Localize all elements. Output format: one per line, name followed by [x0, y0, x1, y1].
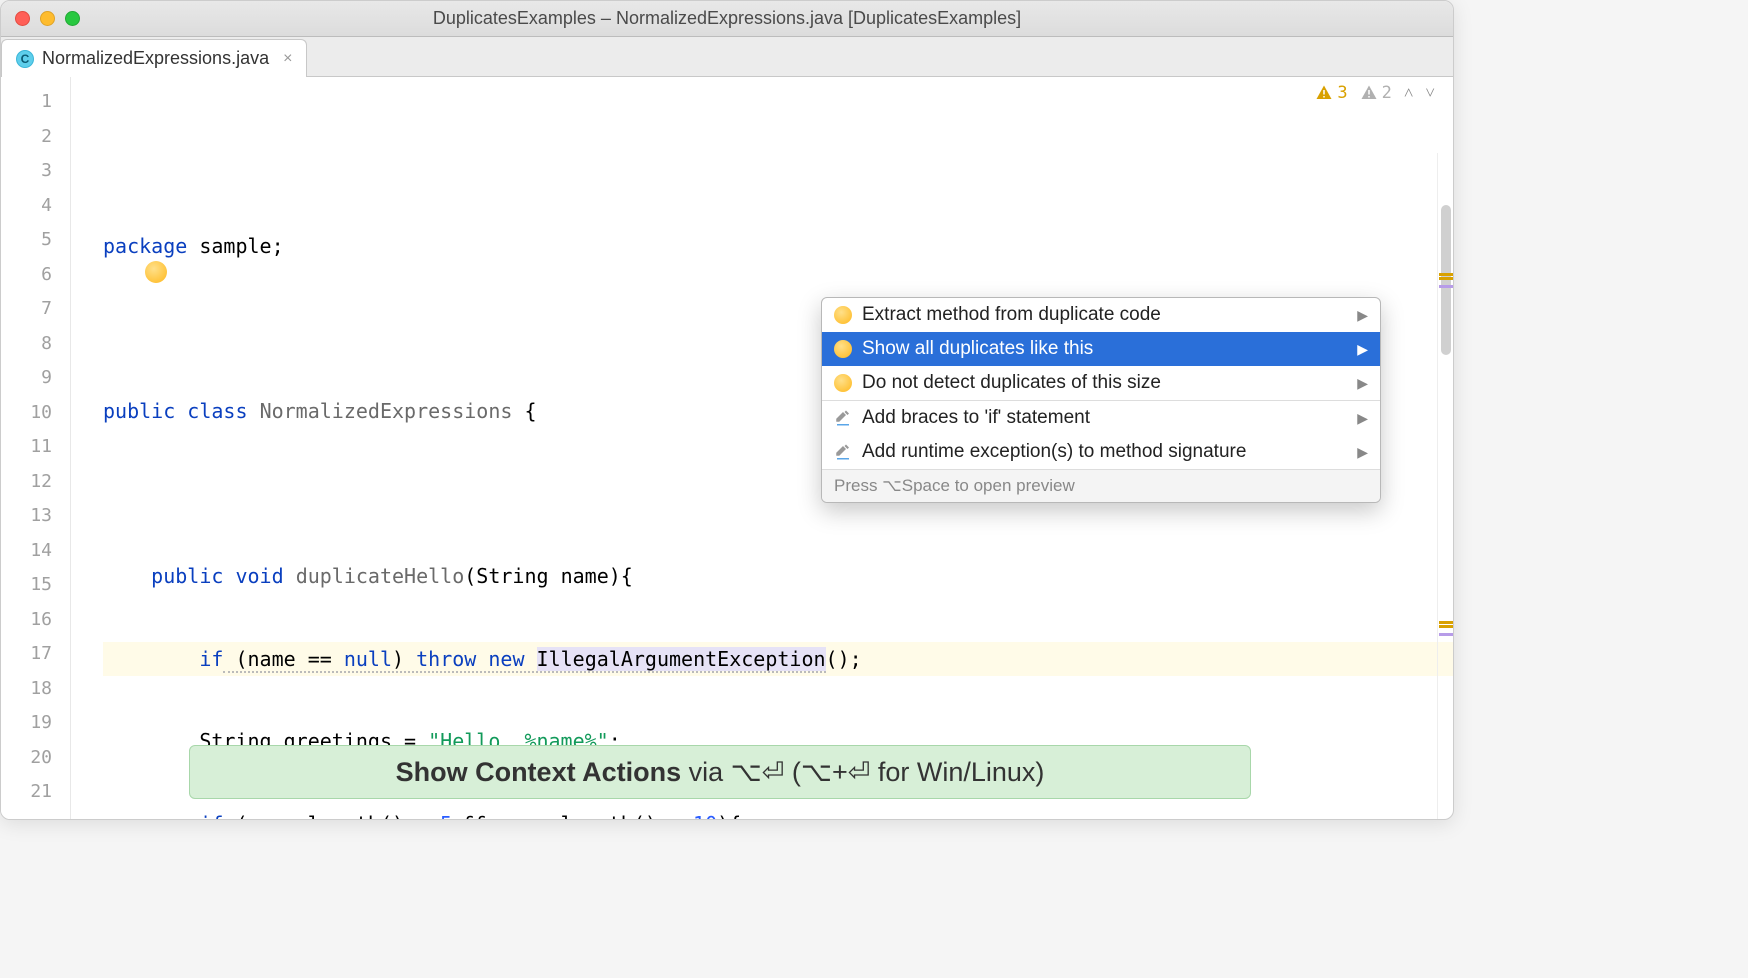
- warning-mark[interactable]: [1439, 273, 1453, 276]
- keyword: void: [235, 564, 283, 588]
- code-text: ){: [717, 812, 741, 821]
- submenu-arrow-icon: ▶: [1357, 307, 1368, 324]
- menu-item[interactable]: Extract method from duplicate code ▶: [822, 298, 1380, 332]
- intention-bulb-icon[interactable]: [145, 261, 167, 283]
- code-text: (name.length() >: [223, 812, 440, 821]
- line-number: 1: [1, 85, 70, 120]
- edit-icon: [834, 409, 852, 427]
- java-class-icon: C: [16, 50, 34, 68]
- line-number: 4: [1, 189, 70, 224]
- bulb-icon: [834, 340, 852, 358]
- keyword: throw: [416, 647, 476, 671]
- line-number: 2: [1, 120, 70, 155]
- keyword: public: [103, 399, 175, 423]
- code-text: sample;: [187, 234, 283, 258]
- inspection-summary[interactable]: 3 2 ˄ ˅: [1315, 83, 1435, 103]
- info-mark[interactable]: [1439, 633, 1453, 636]
- line-number: 12: [1, 465, 70, 500]
- line-number: 20: [1, 741, 70, 776]
- keyword: new: [488, 647, 524, 671]
- submenu-arrow-icon: ▶: [1357, 375, 1368, 392]
- bulb-icon: [834, 306, 852, 324]
- line-number: 21: [1, 775, 70, 810]
- tab-label: NormalizedExpressions.java: [42, 48, 269, 69]
- keyword: if: [199, 812, 223, 821]
- warnings-count[interactable]: 3: [1315, 83, 1347, 103]
- selection: IllegalArgumentException: [537, 647, 826, 671]
- code-text: && name.length() <: [452, 812, 693, 821]
- highlighted-line: if (name == null) throw new IllegalArgum…: [103, 642, 1453, 677]
- menu-item[interactable]: Add braces to 'if' statement ▶: [822, 401, 1380, 435]
- window-title: DuplicatesExamples – NormalizedExpressio…: [1, 8, 1453, 29]
- line-number: 17: [1, 637, 70, 672]
- line-number: 8: [1, 327, 70, 362]
- weak-warning-icon: [1360, 84, 1378, 102]
- chevron-down-icon[interactable]: ˅: [1425, 83, 1435, 103]
- line-number: 13: [1, 499, 70, 534]
- intention-actions-popup[interactable]: Extract method from duplicate code▶Show …: [821, 297, 1381, 503]
- number: 5: [440, 812, 452, 821]
- tip-text: via ⌥⏎ (⌥+⏎ for Win/Linux): [681, 757, 1044, 787]
- line-number: 7: [1, 292, 70, 327]
- menu-item-label: Add runtime exception(s) to method signa…: [862, 441, 1246, 463]
- menu-item-label: Show all duplicates like this: [862, 338, 1093, 360]
- code-text: ();: [826, 647, 862, 671]
- code-text: (String name){: [464, 564, 633, 588]
- menu-item-label: Add braces to 'if' statement: [862, 407, 1090, 429]
- warning-icon: [1315, 84, 1333, 102]
- line-number: 9: [1, 361, 70, 396]
- fold-gutter: [71, 77, 99, 819]
- line-number: 11: [1, 430, 70, 465]
- tip-bold: Show Context Actions: [396, 757, 682, 787]
- tip-banner: Show Context Actions via ⌥⏎ (⌥+⏎ for Win…: [189, 745, 1251, 799]
- keyword: null: [344, 647, 392, 671]
- scrollbar-thumb[interactable]: [1441, 205, 1451, 355]
- ide-window: DuplicatesExamples – NormalizedExpressio…: [0, 0, 1454, 820]
- line-number: 3: [1, 154, 70, 189]
- warning-mark[interactable]: [1439, 277, 1453, 280]
- info-mark[interactable]: [1439, 285, 1453, 288]
- line-number: 14: [1, 534, 70, 569]
- duplicate-region: (name == null) throw new IllegalArgument…: [223, 647, 825, 673]
- chevron-up-icon[interactable]: ˄: [1404, 83, 1414, 103]
- line-number: 15: [1, 568, 70, 603]
- line-number: 16: [1, 603, 70, 638]
- bulb-icon: [834, 374, 852, 392]
- menu-item[interactable]: Add runtime exception(s) to method signa…: [822, 435, 1380, 469]
- warning-mark[interactable]: [1439, 621, 1453, 624]
- submenu-arrow-icon: ▶: [1357, 341, 1368, 358]
- titlebar: DuplicatesExamples – NormalizedExpressio…: [1, 1, 1453, 37]
- editor-tab[interactable]: C NormalizedExpressions.java ×: [1, 39, 307, 77]
- line-number: 10: [1, 396, 70, 431]
- number: 10: [693, 812, 717, 821]
- menu-item-label: Extract method from duplicate code: [862, 304, 1161, 326]
- menu-item[interactable]: Show all duplicates like this ▶: [822, 332, 1380, 366]
- line-number: 18: [1, 672, 70, 707]
- edit-icon: [834, 443, 852, 461]
- line-number: 6: [1, 258, 70, 293]
- line-number-gutter: 123456789101112131415161718192021: [1, 77, 71, 819]
- line-number: 19: [1, 706, 70, 741]
- error-stripe[interactable]: [1437, 153, 1453, 819]
- menu-footer: Press ⌥Space to open preview: [822, 469, 1380, 502]
- weak-warnings-count[interactable]: 2: [1360, 83, 1392, 103]
- line-number: 5: [1, 223, 70, 258]
- method-name: duplicateHello: [296, 564, 465, 588]
- close-tab-icon[interactable]: ×: [283, 50, 292, 68]
- warning-mark[interactable]: [1439, 625, 1453, 628]
- menu-item[interactable]: Do not detect duplicates of this size ▶: [822, 366, 1380, 400]
- code-text: {: [512, 399, 536, 423]
- submenu-arrow-icon: ▶: [1357, 444, 1368, 461]
- class-name: NormalizedExpressions: [260, 399, 513, 423]
- submenu-arrow-icon: ▶: [1357, 410, 1368, 427]
- keyword: public: [151, 564, 223, 588]
- keyword: if: [199, 647, 223, 671]
- menu-item-label: Do not detect duplicates of this size: [862, 372, 1161, 394]
- keyword: class: [187, 399, 247, 423]
- keyword: package: [103, 234, 187, 258]
- editor-tabs: C NormalizedExpressions.java ×: [1, 37, 1453, 77]
